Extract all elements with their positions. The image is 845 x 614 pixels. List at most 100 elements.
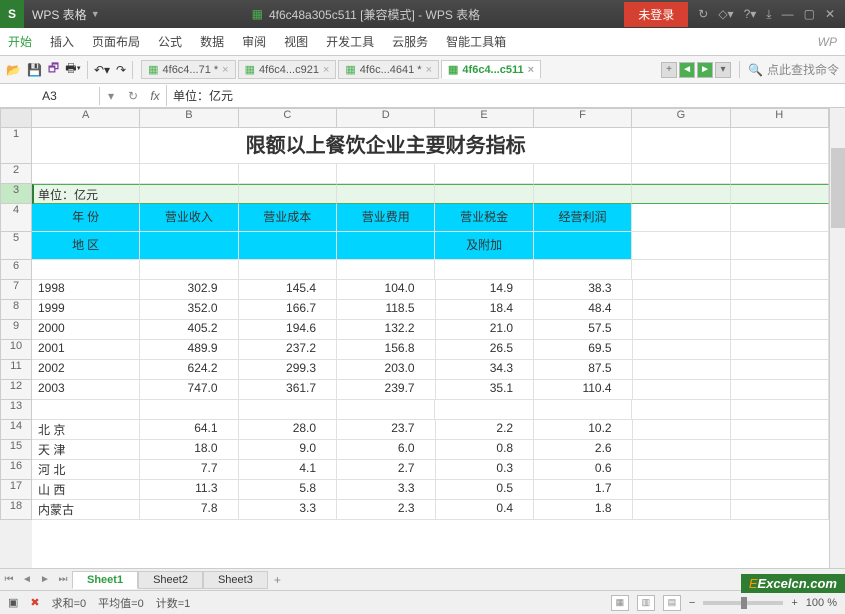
menu-4[interactable]: 数据 [200,33,224,50]
cell[interactable]: 21.0 [436,320,535,340]
cell[interactable]: 2000 [32,320,140,340]
cell[interactable] [239,184,337,204]
cell[interactable] [633,420,731,440]
cell[interactable]: 0.8 [436,440,535,460]
row-header-16[interactable]: 16 [0,460,32,480]
row-header-13[interactable]: 13 [0,400,32,420]
fx-button[interactable]: fx [144,89,166,103]
cell[interactable]: 7.7 [140,460,239,480]
cell[interactable] [632,260,730,280]
cell[interactable] [534,184,632,204]
cell[interactable] [731,400,829,420]
cell[interactable]: 1.8 [534,500,633,520]
row-header-3[interactable]: 3 [0,184,32,204]
cell[interactable]: 6.0 [337,440,436,460]
cell[interactable] [731,164,829,184]
menu-9[interactable]: 智能工具箱 [446,33,506,50]
cell[interactable]: 110.4 [534,380,633,400]
cell[interactable] [337,164,435,184]
cell[interactable] [140,260,238,280]
menu-5[interactable]: 审阅 [242,33,266,50]
cell[interactable] [337,400,435,420]
close-tab-icon[interactable]: × [528,64,534,76]
menu-0[interactable]: 开始 [8,33,32,50]
cell[interactable]: 1998 [32,280,140,300]
cell[interactable]: 624.2 [140,360,239,380]
cell[interactable] [633,460,731,480]
cell[interactable]: 2.3 [337,500,436,520]
cell[interactable]: 经营利润 [534,204,632,232]
row-header-12[interactable]: 12 [0,380,32,400]
cell[interactable] [32,400,140,420]
cell[interactable]: 11.3 [140,480,239,500]
cell[interactable] [239,260,337,280]
cell[interactable] [633,440,731,460]
cell[interactable] [731,480,829,500]
add-sheet-button[interactable]: + [268,573,287,587]
row-header-6[interactable]: 6 [0,260,32,280]
cell[interactable]: 年 份 [32,204,140,232]
cell[interactable] [239,164,337,184]
cell[interactable]: 0.3 [436,460,535,480]
cell[interactable] [731,380,829,400]
cell[interactable]: 38.3 [534,280,633,300]
cell[interactable] [534,400,632,420]
menu-8[interactable]: 云服务 [392,33,428,50]
col-header-E[interactable]: E [435,108,533,128]
name-box-dropdown-icon[interactable]: ▾ [100,89,122,103]
cell[interactable]: 118.5 [337,300,436,320]
select-all-corner[interactable] [0,108,32,128]
doc-tab-3[interactable]: ▦4f6c4...c511× [441,60,541,79]
zoom-thumb[interactable] [741,597,747,609]
row-header-7[interactable]: 7 [0,280,32,300]
cell[interactable]: 10.2 [534,420,633,440]
cell[interactable]: 1999 [32,300,140,320]
cell[interactable]: 57.5 [534,320,633,340]
open-icon[interactable]: 📂 [6,63,21,77]
row-header-18[interactable]: 18 [0,500,32,520]
cell[interactable] [632,400,730,420]
print-icon[interactable]: 🖶▾ [65,59,81,80]
cell[interactable] [731,280,829,300]
row-header-15[interactable]: 15 [0,440,32,460]
cell[interactable]: 352.0 [140,300,239,320]
cell[interactable]: 4.1 [239,460,338,480]
cell[interactable]: 87.5 [534,360,633,380]
cell[interactable]: 489.9 [140,340,239,360]
pin-icon[interactable]: ⤓ [766,7,771,22]
cell[interactable]: 2.2 [436,420,535,440]
tab-prev-button[interactable]: ◄ [679,62,695,78]
tab-list-button[interactable]: ▾ [715,62,731,78]
cell[interactable]: 145.4 [239,280,338,300]
sheet-nav-first-icon[interactable]: ⏮ [0,574,18,585]
sheet-tab-Sheet1[interactable]: Sheet1 [72,571,138,589]
row-header-10[interactable]: 10 [0,340,32,360]
cell[interactable]: 营业成本 [239,204,337,232]
cell[interactable]: 104.0 [337,280,436,300]
cell[interactable] [633,380,731,400]
col-header-D[interactable]: D [337,108,435,128]
cell[interactable]: 2002 [32,360,140,380]
cancel-formula-icon[interactable]: ↻ [122,89,144,103]
sheet-nav-next-icon[interactable]: ► [36,574,54,585]
row-header-9[interactable]: 9 [0,320,32,340]
help-icon[interactable]: ?▾ [744,7,757,21]
cell[interactable]: 747.0 [140,380,239,400]
cell[interactable]: 3.3 [239,500,338,520]
cell[interactable] [140,164,238,184]
zoom-in-button[interactable]: + [791,597,797,609]
close-tab-icon[interactable]: × [222,64,228,76]
cell[interactable]: 北 京 [32,420,140,440]
cell[interactable]: 203.0 [337,360,436,380]
menu-7[interactable]: 开发工具 [326,33,374,50]
cell[interactable] [534,260,632,280]
cloud-icon[interactable]: ◇▾ [718,7,733,21]
cell[interactable] [140,184,238,204]
cell[interactable] [633,340,731,360]
row-header-5[interactable]: 5 [0,232,32,260]
cell[interactable] [337,260,435,280]
cell[interactable] [140,232,238,260]
view-page-button[interactable]: ▥ [637,595,655,611]
save-icon[interactable]: 💾 [27,63,42,77]
vertical-scrollbar[interactable] [829,108,845,568]
